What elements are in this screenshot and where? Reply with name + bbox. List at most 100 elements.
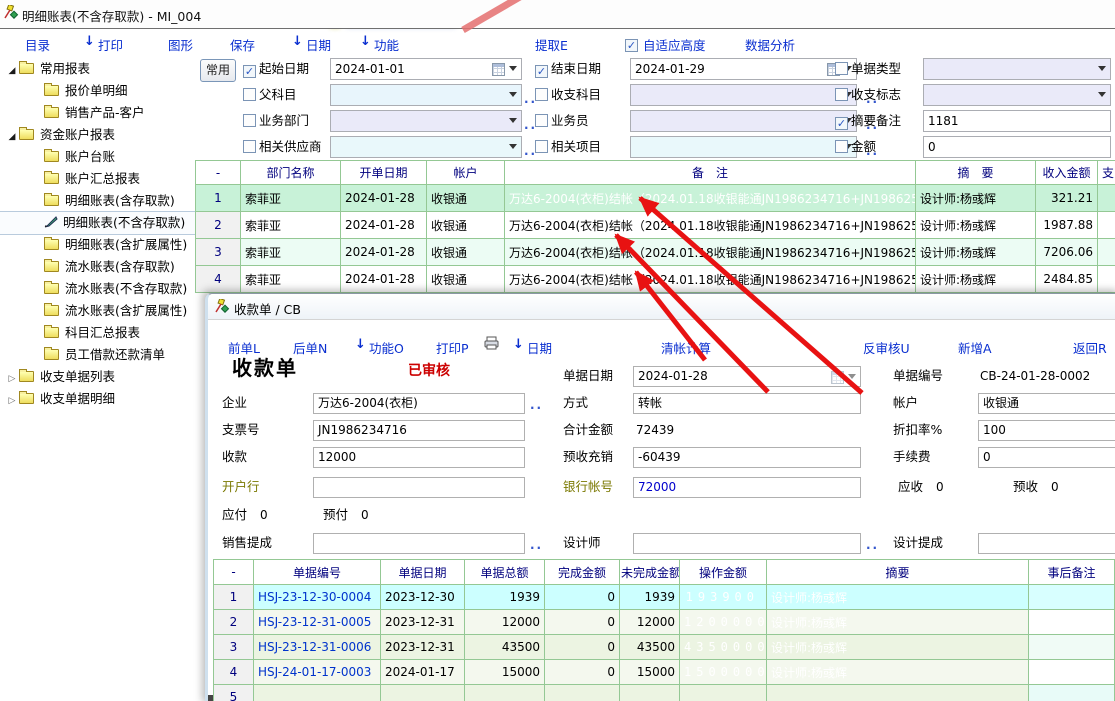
col-header-income[interactable]: 收入金额 <box>1036 161 1098 185</box>
undone-cell[interactable]: 12000 <box>620 610 680 635</box>
dept-cell[interactable]: 索菲亚 <box>241 266 341 293</box>
print-link[interactable]: 打印P <box>436 338 469 357</box>
end-date-field[interactable]: 2024-01-29 <box>630 58 857 80</box>
inout-subject-select[interactable] <box>630 84 857 106</box>
done-cell[interactable]: 0 <box>545 610 620 635</box>
summary-cell[interactable]: 设计师:杨彧辉 <box>767 585 1029 610</box>
date-down-arrow-icon[interactable] <box>513 337 524 352</box>
after-note-cell[interactable] <box>1029 660 1115 685</box>
date-cell[interactable] <box>381 685 465 701</box>
account-cell[interactable]: 收银通 <box>427 266 505 293</box>
expense-cell[interactable] <box>1098 266 1115 293</box>
tree-expander-icon[interactable] <box>5 60 19 82</box>
start-date-field[interactable]: 2024-01-01 <box>330 58 522 80</box>
col-header-account[interactable]: 帐户 <box>427 161 505 185</box>
note-cell[interactable]: 万达6-2004(衣柜)结帐（2024.01.18收银能通JN198623471… <box>505 266 916 293</box>
tree-item-voucher-list[interactable]: 收支单据列表 <box>0 366 196 388</box>
summary-cell[interactable]: 设计师:杨彧辉 <box>916 185 1036 212</box>
date-cell[interactable]: 2023-12-31 <box>381 610 465 635</box>
col-header-note[interactable]: 备 注 <box>505 161 916 185</box>
summary-cell[interactable]: 设计师:杨彧辉 <box>916 266 1036 293</box>
tree-item-detail-extended[interactable]: 明细账表(含扩展属性) <box>0 234 196 256</box>
fee-field[interactable]: 0 <box>978 447 1115 468</box>
col-header-op-amount[interactable]: 操作金额 <box>680 560 767 585</box>
after-note-cell[interactable] <box>1029 635 1115 660</box>
tree-expander-icon[interactable] <box>5 368 19 390</box>
undone-cell[interactable]: 15000 <box>620 660 680 685</box>
dropdown-arrow-icon[interactable] <box>509 118 517 123</box>
toolbar-print-link[interactable]: 打印 <box>98 35 123 54</box>
dropdown-arrow-icon[interactable] <box>509 92 517 97</box>
col-header-expense[interactable]: 支 <box>1098 161 1115 185</box>
summary-cell[interactable]: 设计师:杨彧辉 <box>767 635 1029 660</box>
func-down-arrow-icon[interactable] <box>360 34 371 49</box>
expense-cell[interactable] <box>1098 185 1115 212</box>
doc-no-cell[interactable]: HSJ-23-12-31-0006 <box>254 635 381 660</box>
autofit-checkbox[interactable] <box>625 39 638 52</box>
account-cell[interactable]: 收银通 <box>427 212 505 239</box>
op-amount-ledger-cell[interactable] <box>680 685 767 701</box>
done-cell[interactable]: 0 <box>545 585 620 610</box>
cheque-field[interactable]: JN1986234716 <box>313 420 525 441</box>
advance-offset-field[interactable]: -60439 <box>633 447 861 468</box>
summary-cell[interactable]: 设计师:杨彧辉 <box>767 610 1029 635</box>
date-cell[interactable]: 2024-01-28 <box>341 212 427 239</box>
toolbar-catalog-link[interactable]: 目录 <box>25 35 50 54</box>
account-cell[interactable]: 收银通 <box>427 239 505 266</box>
related-project-select[interactable] <box>630 136 857 158</box>
tree-item-flow-extended[interactable]: 流水账表(含扩展属性) <box>0 300 196 322</box>
dept-cell[interactable]: 索菲亚 <box>241 239 341 266</box>
back-link[interactable]: 返回R <box>1073 338 1107 357</box>
business-dept-checkbox[interactable] <box>243 114 256 127</box>
total-cell[interactable]: 12000 <box>465 610 545 635</box>
doc-date-field[interactable]: 2024-01-28 <box>633 366 861 387</box>
summary-cell[interactable]: 设计师:杨彧辉 <box>916 239 1036 266</box>
col-header-date[interactable]: 开单日期 <box>341 161 427 185</box>
tree-item-subject-summary[interactable]: 科目汇总报表 <box>0 322 196 344</box>
tree-item-detail-without-deposit[interactable]: 明细账表(不含存取款) <box>0 212 196 234</box>
total-cell[interactable]: 1939 <box>465 585 545 610</box>
row-number[interactable]: 2 <box>196 212 241 239</box>
doc-no-cell[interactable] <box>254 685 381 701</box>
supplier-select[interactable] <box>330 136 522 158</box>
clear-calc-link[interactable]: 清帐计算 <box>661 338 711 357</box>
tree-item-flow-without-deposit[interactable]: 流水账表(不含存取款) <box>0 278 196 300</box>
income-cell[interactable]: 1987.88 <box>1036 212 1098 239</box>
tree-item-detail-with-deposit[interactable]: 明细账表(含存取款) <box>0 190 196 212</box>
col-header-done[interactable]: 完成金额 <box>545 560 620 585</box>
toolbar-func-link[interactable]: 功能 <box>374 35 399 54</box>
sales-comm-field[interactable] <box>313 533 525 554</box>
bank-branch-field[interactable] <box>313 477 525 498</box>
printer-icon[interactable] <box>483 336 500 353</box>
received-field[interactable]: 12000 <box>313 447 525 468</box>
account-cell[interactable]: 收银通 <box>427 185 505 212</box>
dropdown-arrow-icon[interactable] <box>509 66 517 71</box>
date-cell[interactable]: 2024-01-28 <box>341 239 427 266</box>
design-comm-field[interactable] <box>978 533 1115 554</box>
designer-field[interactable] <box>633 533 861 554</box>
col-header-dept[interactable]: 部门名称 <box>241 161 341 185</box>
date-down-arrow-icon[interactable] <box>292 34 303 49</box>
bank-account-field[interactable]: 72000 <box>633 477 861 498</box>
col-header-total[interactable]: 单据总额 <box>465 560 545 585</box>
col-header-undone[interactable]: 未完成金额 <box>620 560 680 585</box>
method-field[interactable]: 转帐 <box>633 393 861 414</box>
end-date-checkbox[interactable] <box>535 65 548 78</box>
doc-no-cell[interactable]: HSJ-23-12-30-0004 <box>254 585 381 610</box>
business-dept-select[interactable] <box>330 110 522 132</box>
after-note-cell[interactable] <box>1029 585 1115 610</box>
op-amount-ledger-cell[interactable]: 193900 <box>680 585 767 610</box>
func-down-arrow-icon[interactable] <box>355 337 366 352</box>
amount-checkbox[interactable] <box>835 140 848 153</box>
row-number[interactable]: 4 <box>214 660 254 685</box>
doc-type-checkbox[interactable] <box>835 62 848 75</box>
row-number[interactable]: 1 <box>214 585 254 610</box>
done-cell[interactable]: 0 <box>545 660 620 685</box>
note-cell-selected[interactable]: 万达6-2004(衣柜)结帐（2024.01.18收银能通JN198623471… <box>505 185 916 212</box>
col-header-num[interactable]: - <box>196 161 241 185</box>
doc-type-select[interactable] <box>923 58 1111 80</box>
print-down-arrow-icon[interactable] <box>84 34 95 49</box>
date-cell[interactable]: 2023-12-31 <box>381 635 465 660</box>
inout-flag-select[interactable] <box>923 84 1111 106</box>
row-number[interactable]: 1 <box>196 185 241 212</box>
